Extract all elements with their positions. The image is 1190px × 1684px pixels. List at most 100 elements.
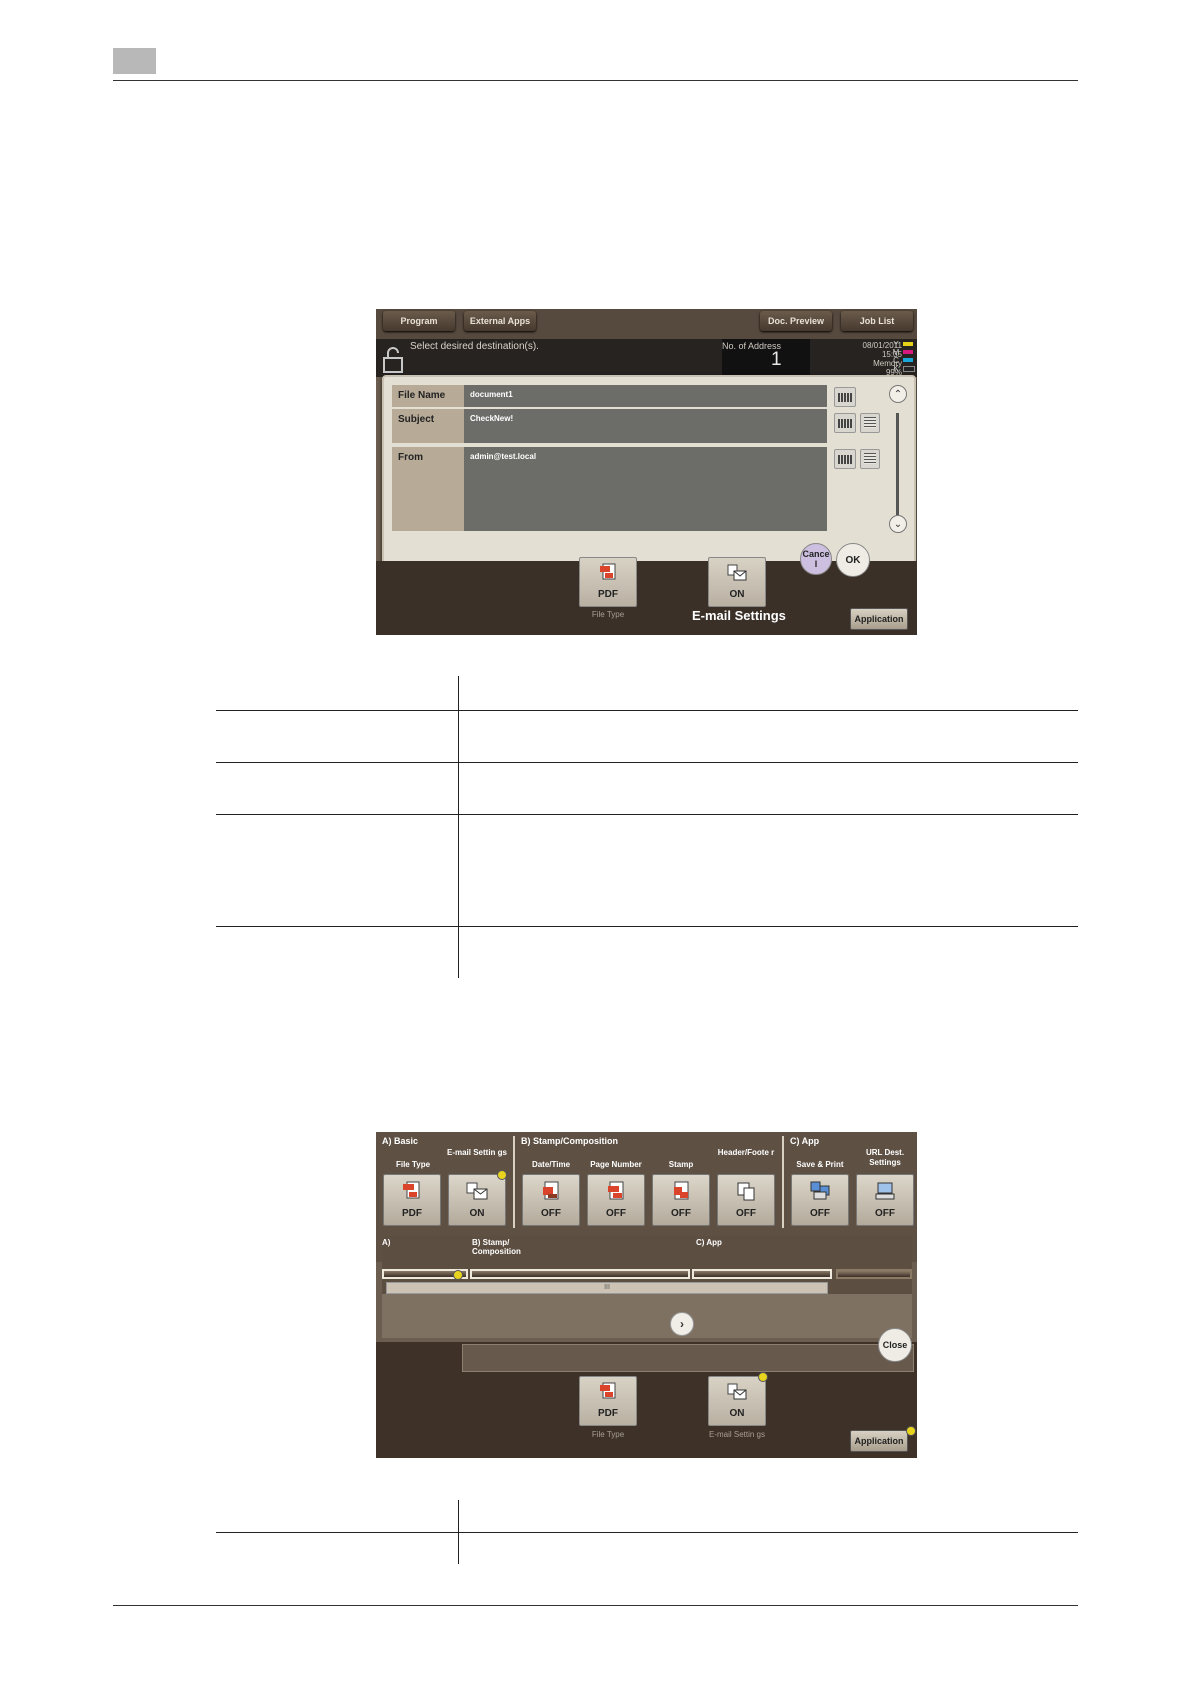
navigator-footer	[382, 1294, 912, 1338]
header-rule	[113, 80, 1078, 81]
page-header-tab	[113, 48, 156, 74]
email-settings-screenshot: Program External Apps Doc. Preview Job L…	[376, 309, 917, 635]
address-list-icon[interactable]	[860, 449, 880, 469]
keyboard-icon[interactable]	[834, 449, 856, 469]
pdf-icon	[600, 563, 616, 580]
group-divider	[513, 1136, 515, 1228]
table-row-rule	[216, 926, 1078, 927]
file-type-value: PDF	[598, 589, 618, 600]
page-number-state: OFF	[606, 1208, 626, 1219]
toner-k-bar	[903, 366, 915, 372]
email-settings-value: ON	[729, 589, 745, 600]
email-settings-button[interactable]: ON	[448, 1174, 506, 1226]
application-menu-screenshot: A) Basic B) Stamp/Composition C) App Fil…	[376, 1132, 917, 1458]
pdf-icon	[600, 1382, 616, 1399]
toner-k-label: K	[893, 364, 899, 373]
column-label-save-print: Save & Print	[796, 1160, 844, 1169]
cancel-button[interactable]: Cance l	[800, 543, 832, 575]
file-type-tile[interactable]: PDF	[579, 557, 637, 607]
nav-segment-stamp-composition[interactable]	[470, 1269, 690, 1279]
scroll-down-icon[interactable]: ⌄	[889, 515, 907, 533]
active-indicator	[906, 1426, 916, 1436]
email-settings-dialog: File Name document1 Subject CheckNew! Fr…	[382, 375, 916, 565]
email-settings-icon	[727, 1383, 747, 1400]
keyboard-icon[interactable]	[834, 413, 856, 433]
nav-label-stamp-composition: B) Stamp/ Composition	[472, 1238, 521, 1256]
active-indicator	[758, 1372, 768, 1382]
url-dest-icon	[875, 1182, 895, 1200]
file-type-value: PDF	[598, 1408, 618, 1419]
page-number-icon	[608, 1181, 624, 1200]
column-label-header-footer: Header/Foote r	[717, 1148, 775, 1157]
column-label-file-type: File Type	[395, 1160, 431, 1169]
file-type-button[interactable]: PDF	[383, 1174, 441, 1226]
email-settings-title: E-mail Settings	[692, 608, 786, 623]
table-divider	[458, 676, 459, 978]
ok-button[interactable]: OK	[836, 543, 870, 577]
email-settings-state: ON	[469, 1208, 485, 1219]
column-label-url-dest-settings: URL Dest. Settings	[865, 1148, 905, 1167]
horizontal-scrollbar[interactable]: III	[386, 1282, 828, 1294]
subject-input[interactable]: CheckNew!	[464, 409, 827, 443]
save-print-icon	[810, 1181, 830, 1200]
nav-label-basic: A)	[382, 1238, 391, 1247]
group-label-app: C) App	[790, 1136, 820, 1146]
address-list-icon[interactable]	[860, 413, 880, 433]
tray-field	[462, 1344, 914, 1372]
date-time-icon	[543, 1181, 559, 1200]
email-settings-icon	[466, 1182, 488, 1200]
email-settings-tile[interactable]: ON	[708, 1376, 766, 1426]
from-input[interactable]: admin@test.local	[464, 447, 827, 531]
table-row-rule	[216, 710, 1078, 711]
save-print-state: OFF	[810, 1208, 830, 1219]
scroll-up-icon[interactable]: ⌃	[889, 385, 907, 403]
field-label-file-name: File Name	[392, 385, 464, 407]
email-settings-tile[interactable]: ON	[708, 557, 766, 607]
email-settings-icon	[727, 564, 747, 581]
active-indicator	[453, 1270, 463, 1280]
file-name-input[interactable]: document1	[464, 385, 827, 407]
group-divider	[782, 1136, 784, 1228]
file-type-state: PDF	[402, 1208, 422, 1219]
scrollbar[interactable]	[896, 413, 899, 515]
date-text: 08/01/2011	[862, 341, 902, 350]
application-button[interactable]: Application	[850, 608, 908, 630]
header-footer-button[interactable]: OFF	[717, 1174, 775, 1226]
column-label-page-number: Page Number	[590, 1160, 642, 1169]
nav-segment-more[interactable]	[836, 1269, 912, 1279]
header-footer-icon	[737, 1182, 755, 1201]
stamp-icon	[674, 1181, 689, 1200]
address-count-value: 1	[771, 349, 782, 370]
page-number-button[interactable]: OFF	[587, 1174, 645, 1226]
url-dest-settings-state: OFF	[875, 1208, 895, 1219]
memory-label: Memory	[873, 359, 902, 368]
date-time-button[interactable]: OFF	[522, 1174, 580, 1226]
group-label-stamp-composition: B) Stamp/Composition	[521, 1136, 618, 1146]
chevron-right-icon[interactable]: ›	[670, 1312, 694, 1336]
stamp-button[interactable]: OFF	[652, 1174, 710, 1226]
function-tray	[376, 561, 917, 635]
tab-doc-preview[interactable]: Doc. Preview	[760, 311, 832, 331]
tab-job-list[interactable]: Job List	[841, 311, 913, 331]
instruction-message: Select desired destination(s).	[410, 341, 539, 352]
column-label-date-time: Date/Time	[531, 1160, 571, 1169]
time-text: 15:35	[881, 350, 902, 359]
close-button[interactable]: Close	[878, 1328, 912, 1362]
file-type-tile[interactable]: PDF	[579, 1376, 637, 1426]
application-button[interactable]: Application	[850, 1430, 908, 1452]
header-footer-state: OFF	[736, 1208, 756, 1219]
pdf-icon	[403, 1181, 420, 1199]
lock-icon	[383, 347, 403, 373]
tab-external-apps[interactable]: External Apps	[464, 311, 536, 331]
date-time-state: OFF	[541, 1208, 561, 1219]
toner-c-bar	[903, 358, 913, 362]
file-type-caption: File Type	[591, 610, 625, 619]
nav-segment-app[interactable]	[692, 1269, 832, 1279]
tab-program[interactable]: Program	[383, 311, 455, 331]
keyboard-icon[interactable]	[834, 387, 856, 407]
email-settings-value: ON	[729, 1408, 745, 1419]
url-dest-settings-button[interactable]: OFF	[856, 1174, 914, 1226]
column-label-stamp: Stamp	[668, 1160, 694, 1169]
status-datetime: 08/01/2011 15:35 Memory 99%	[812, 341, 902, 377]
save-print-button[interactable]: OFF	[791, 1174, 849, 1226]
